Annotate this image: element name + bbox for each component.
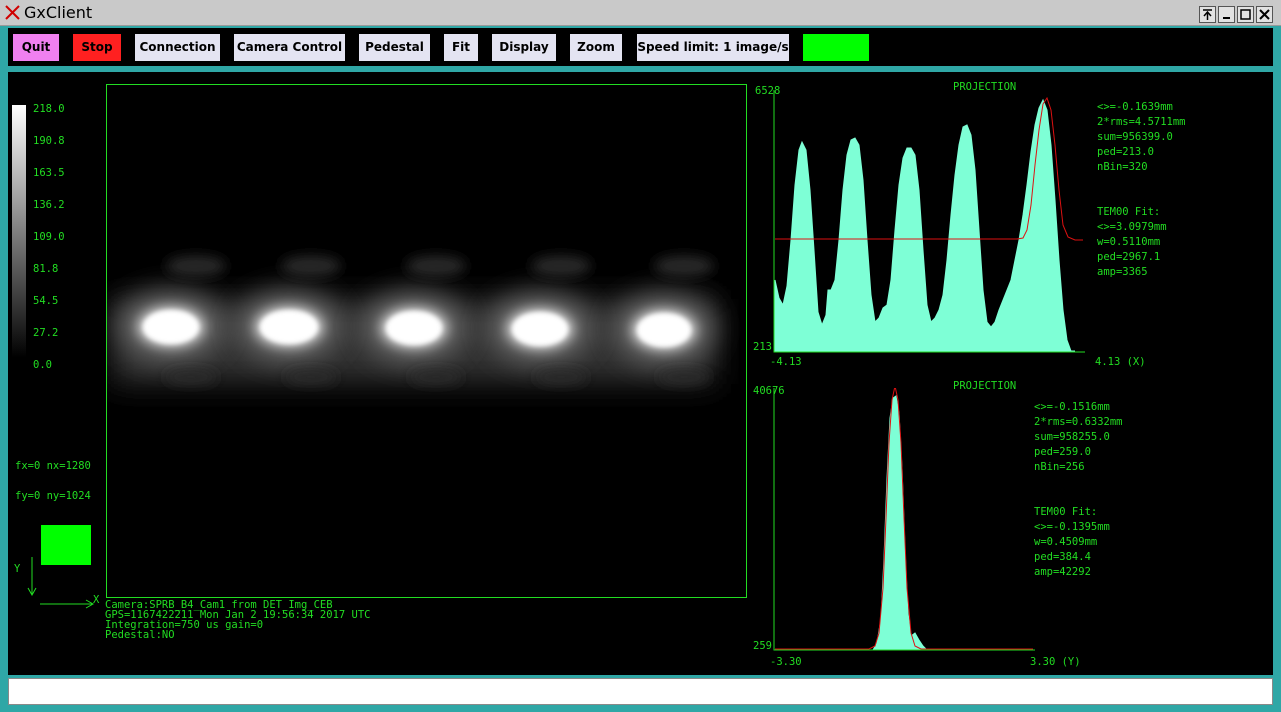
projection-y-fit: TEM00 Fit: <>=-0.1395mm w=0.4509mm ped=3… <box>1034 505 1110 580</box>
connection-button[interactable]: Connection <box>135 34 220 61</box>
stat-line: 2*rms=0.6332mm <box>1034 416 1123 428</box>
colorbar-label: 218.0 <box>33 103 65 115</box>
camera-control-button[interactable]: Camera Control <box>234 34 345 61</box>
beam-spot <box>119 292 223 360</box>
beam-spot <box>237 292 341 360</box>
stat-line: nBin=320 <box>1097 161 1148 173</box>
fit-button[interactable]: Fit <box>444 34 478 61</box>
projection-y-stats: <>=-0.1516mm 2*rms=0.6332mm sum=958255.0… <box>1034 400 1123 475</box>
fit-line: ped=2967.1 <box>1097 251 1161 263</box>
stat-line: ped=259.0 <box>1034 446 1091 458</box>
projection-y-xmin: -3.30 <box>770 656 802 668</box>
close-button[interactable] <box>1256 6 1273 23</box>
minimize-icon <box>1223 17 1230 19</box>
fit-line: TEM00 Fit: <box>1034 506 1098 518</box>
stop-button[interactable]: Stop <box>73 34 121 61</box>
colorbar-gradient <box>12 105 26 358</box>
display-button[interactable]: Display <box>492 34 556 61</box>
fy-readout: fy=0 ny=1024 <box>15 490 91 502</box>
beam-spot <box>614 295 714 363</box>
projection-y-ymin: 259 <box>753 640 772 652</box>
stat-line: <>=-0.1639mm <box>1097 101 1173 113</box>
beam-spot <box>362 293 466 361</box>
window-title: GxClient <box>24 3 93 22</box>
colorbar-label: 163.5 <box>33 167 65 179</box>
colorbar-label: 109.0 <box>33 231 65 243</box>
colorbar-label: 136.2 <box>33 199 65 211</box>
projection-y-plot <box>773 388 1035 651</box>
pin-icon <box>1203 9 1212 20</box>
fit-line: w=0.5110mm <box>1097 236 1161 248</box>
speed-limit-button[interactable]: Speed limit: 1 image/s <box>637 34 789 61</box>
colorbar-label: 0.0 <box>33 359 52 371</box>
stat-line: sum=956399.0 <box>1097 131 1173 143</box>
projection-x-plot <box>773 90 1085 353</box>
y-axis-label: Y <box>14 563 21 575</box>
camera-image[interactable] <box>106 84 747 598</box>
projection-x-fit: TEM00 Fit: <>=3.0979mm w=0.5110mm ped=29… <box>1097 205 1167 280</box>
colorbar-label: 54.5 <box>33 295 59 307</box>
stat-line: <>=-0.1516mm <box>1034 401 1110 413</box>
camera-info: Camera:SPRB_B4_Cam1 from DET_Img_CEB GPS… <box>105 600 371 641</box>
fit-line: TEM00 Fit: <box>1097 206 1161 218</box>
status-indicator <box>803 34 869 61</box>
stat-line: nBin=256 <box>1034 461 1085 473</box>
stat-line: ped=213.0 <box>1097 146 1154 158</box>
beam-spot <box>488 294 592 362</box>
toolbar: Quit Stop Connection Camera Control Pede… <box>8 28 1273 66</box>
projection-x-histogram <box>774 98 1075 352</box>
colorbar-label: 81.8 <box>33 263 59 275</box>
projection-x-ymin: 213 <box>753 341 772 353</box>
stat-line: sum=958255.0 <box>1034 431 1110 443</box>
stat-line: 2*rms=4.5711mm <box>1097 116 1186 128</box>
projection-y-xmax: 3.30 (Y) <box>1030 656 1081 668</box>
x-axis-label: X <box>93 594 100 606</box>
colorbar-label: 27.2 <box>33 327 59 339</box>
fit-line: w=0.4509mm <box>1034 536 1098 548</box>
colorbar-labels: 218.0 190.8 163.5 136.2 109.0 81.8 54.5 … <box>33 93 65 381</box>
fit-line: ped=384.4 <box>1034 551 1091 563</box>
minimize-button[interactable] <box>1218 6 1235 23</box>
camera-info-line: Pedestal:NO <box>105 629 175 641</box>
fit-line: <>=-0.1395mm <box>1034 521 1110 533</box>
pedestal-button[interactable]: Pedestal <box>359 34 430 61</box>
fit-line: <>=3.0979mm <box>1097 221 1167 233</box>
maximize-icon <box>1240 9 1251 20</box>
zoom-button[interactable]: Zoom <box>570 34 622 61</box>
fit-line: amp=42292 <box>1034 566 1091 578</box>
display-area: 218.0 190.8 163.5 136.2 109.0 81.8 54.5 … <box>8 72 1273 675</box>
projection-x-xmin: -4.13 <box>770 356 802 368</box>
colorbar-label: 190.8 <box>33 135 65 147</box>
app-x-icon <box>5 5 20 20</box>
window-titlebar: GxClient <box>0 0 1281 26</box>
fx-readout: fx=0 nx=1280 <box>15 460 91 472</box>
projection-x-xmax: 4.13 (X) <box>1095 356 1146 368</box>
axis-arrows-icon <box>27 557 95 609</box>
fit-line: amp=3365 <box>1097 266 1148 278</box>
maximize-button[interactable] <box>1237 6 1254 23</box>
projection-x-stats: <>=-0.1639mm 2*rms=4.5711mm sum=956399.0… <box>1097 100 1186 175</box>
pin-window-button[interactable] <box>1199 6 1216 23</box>
close-icon <box>1259 9 1270 20</box>
quit-button[interactable]: Quit <box>13 34 59 61</box>
status-bar[interactable] <box>8 678 1273 705</box>
